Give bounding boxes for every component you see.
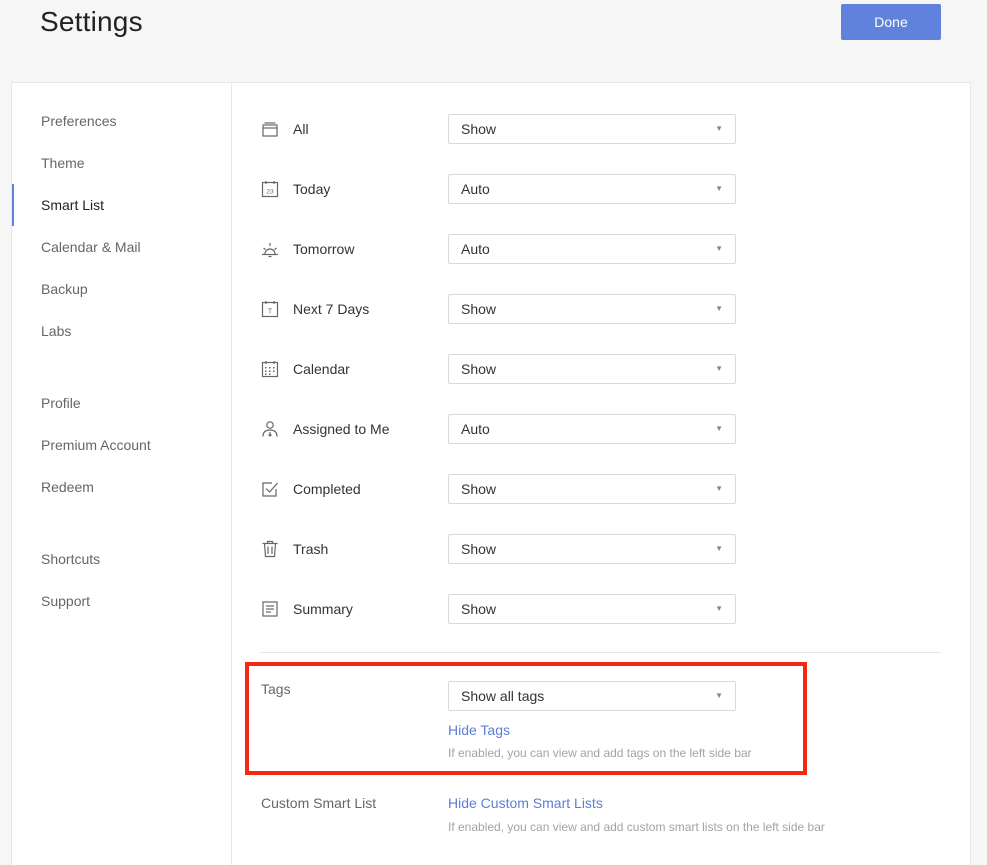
caret-down-icon: ▼	[715, 544, 723, 553]
settings-sidebar: Preferences Theme Smart List Calendar & …	[12, 83, 232, 865]
sidebar-item-profile[interactable]: Profile	[12, 382, 231, 424]
caret-down-icon: ▼	[715, 691, 723, 700]
row-label: Today	[293, 181, 331, 197]
row-label: Assigned to Me	[293, 421, 390, 437]
sidebar-item-labs[interactable]: Labs	[12, 310, 231, 352]
visibility-select-trash[interactable]: Show ▼	[448, 534, 736, 564]
smart-list-row-all: All Show ▼	[261, 114, 941, 144]
select-value: Show	[461, 361, 497, 377]
smart-list-row-trash: Trash Show ▼	[261, 534, 941, 564]
sidebar-item-calendar-mail[interactable]: Calendar & Mail	[12, 226, 231, 268]
svg-text:T: T	[268, 309, 273, 316]
section-divider	[261, 652, 941, 653]
select-value: Auto	[461, 421, 490, 437]
caret-down-icon: ▼	[715, 364, 723, 373]
tags-label: Tags	[261, 681, 291, 697]
caret-down-icon: ▼	[715, 244, 723, 253]
sidebar-item-support[interactable]: Support	[12, 580, 231, 622]
smart-list-row-today: 23 Today Auto ▼	[261, 174, 941, 204]
calendar-grid-icon	[261, 360, 281, 378]
smart-list-row-summary: Summary Show ▼	[261, 594, 941, 624]
inbox-icon	[261, 120, 281, 138]
visibility-select-tomorrow[interactable]: Auto ▼	[448, 234, 736, 264]
visibility-select-all[interactable]: Show ▼	[448, 114, 736, 144]
sidebar-item-backup[interactable]: Backup	[12, 268, 231, 310]
smart-list-row-tomorrow: Tomorrow Auto ▼	[261, 234, 941, 264]
checkbox-icon	[261, 480, 281, 498]
sunrise-icon	[261, 240, 281, 258]
select-value: Show	[461, 301, 497, 317]
select-value: Show	[461, 541, 497, 557]
row-label: Calendar	[293, 361, 350, 377]
caret-down-icon: ▼	[715, 304, 723, 313]
visibility-select-calendar[interactable]: Show ▼	[448, 354, 736, 384]
visibility-select-completed[interactable]: Show ▼	[448, 474, 736, 504]
smart-list-row-next-7-days: T Next 7 Days Show ▼	[261, 294, 941, 324]
sidebar-item-shortcuts[interactable]: Shortcuts	[12, 538, 231, 580]
sidebar-item-preferences[interactable]: Preferences	[12, 100, 231, 142]
caret-down-icon: ▼	[715, 184, 723, 193]
select-value: Show	[461, 601, 497, 617]
select-value: Show	[461, 481, 497, 497]
visibility-select-today[interactable]: Auto ▼	[448, 174, 736, 204]
sidebar-item-premium-account[interactable]: Premium Account	[12, 424, 231, 466]
settings-content: All Show ▼ 23 Today Auto ▼ Tomorrow Auto…	[232, 83, 970, 865]
caret-down-icon: ▼	[715, 124, 723, 133]
row-label: Trash	[293, 541, 329, 557]
calendar-week-icon: T	[261, 300, 281, 318]
select-value: Show	[461, 121, 497, 137]
smart-list-row-completed: Completed Show ▼	[261, 474, 941, 504]
select-value: Auto	[461, 241, 490, 257]
page-title: Settings	[40, 6, 143, 37]
visibility-select-assigned-to-me[interactable]: Auto ▼	[448, 414, 736, 444]
assigned-user-icon	[261, 420, 281, 438]
visibility-select-summary[interactable]: Show ▼	[448, 594, 736, 624]
row-label: Tomorrow	[293, 241, 355, 257]
custom-smart-list-label: Custom Smart List	[261, 795, 377, 811]
tags-help-text: If enabled, you can view and add tags on…	[448, 746, 752, 760]
caret-down-icon: ▼	[715, 604, 723, 613]
smart-list-row-calendar: Calendar Show ▼	[261, 354, 941, 384]
select-value: Show all tags	[461, 688, 545, 704]
hide-custom-smart-lists-link[interactable]: Hide Custom Smart Lists	[448, 795, 603, 811]
smart-list-row-assigned-to-me: Assigned to Me Auto ▼	[261, 414, 941, 444]
sidebar-item-theme[interactable]: Theme	[12, 142, 231, 184]
summary-icon	[261, 600, 281, 618]
custom-smart-list-help-text: If enabled, you can view and add custom …	[448, 820, 825, 834]
hide-tags-link[interactable]: Hide Tags	[448, 722, 510, 738]
select-value: Auto	[461, 181, 490, 197]
caret-down-icon: ▼	[715, 424, 723, 433]
tags-select[interactable]: Show all tags ▼	[448, 681, 736, 711]
visibility-select-next-7-days[interactable]: Show ▼	[448, 294, 736, 324]
row-label: Summary	[293, 601, 353, 617]
row-label: Next 7 Days	[293, 301, 370, 317]
row-label: Completed	[293, 481, 361, 497]
sidebar-item-redeem[interactable]: Redeem	[12, 466, 231, 508]
caret-down-icon: ▼	[715, 484, 723, 493]
settings-panel: Preferences Theme Smart List Calendar & …	[11, 82, 971, 865]
svg-text:23: 23	[266, 189, 274, 196]
sidebar-item-smart-list[interactable]: Smart List	[12, 184, 231, 226]
done-button[interactable]: Done	[841, 4, 941, 40]
row-label: All	[293, 121, 309, 137]
calendar-day-icon: 23	[261, 180, 281, 198]
trash-icon	[261, 540, 281, 558]
